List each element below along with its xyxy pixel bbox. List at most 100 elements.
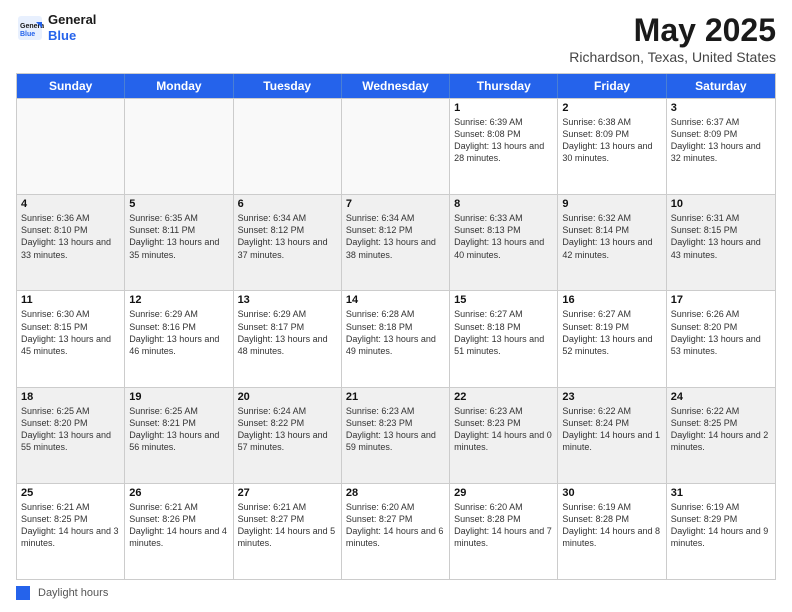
header-day-saturday: Saturday [667, 74, 775, 98]
week-row-1: 1 Sunrise: 6:39 AM Sunset: 8:08 PM Daylig… [17, 98, 775, 194]
cell-text: Sunrise: 6:26 AM Sunset: 8:20 PM Dayligh… [671, 308, 771, 357]
day-number: 11 [21, 294, 120, 306]
cal-cell-2-6: 9 Sunrise: 6:32 AM Sunset: 8:14 PM Daylig… [558, 195, 666, 290]
header-day-wednesday: Wednesday [342, 74, 450, 98]
day-number: 27 [238, 487, 337, 499]
logo-icon: General Blue [16, 14, 44, 42]
cal-cell-5-5: 29 Sunrise: 6:20 AM Sunset: 8:28 PM Dayli… [450, 484, 558, 579]
cal-cell-4-6: 23 Sunrise: 6:22 AM Sunset: 8:24 PM Dayli… [558, 388, 666, 483]
day-number: 28 [346, 487, 445, 499]
cell-text: Sunrise: 6:21 AM Sunset: 8:25 PM Dayligh… [21, 501, 120, 550]
legend-box [16, 586, 30, 600]
cell-text: Sunrise: 6:27 AM Sunset: 8:18 PM Dayligh… [454, 308, 553, 357]
cell-text: Sunrise: 6:32 AM Sunset: 8:14 PM Dayligh… [562, 212, 661, 261]
day-number: 10 [671, 198, 771, 210]
cal-cell-5-1: 25 Sunrise: 6:21 AM Sunset: 8:25 PM Dayli… [17, 484, 125, 579]
cal-cell-4-4: 21Sunrise: 6:23 AM Sunset: 8:23 PM Dayli… [342, 388, 450, 483]
day-number: 6 [238, 198, 337, 210]
cal-cell-3-2: 12 Sunrise: 6:29 AM Sunset: 8:16 PM Dayli… [125, 291, 233, 386]
week-row-3: 11 Sunrise: 6:30 AM Sunset: 8:15 PM Dayli… [17, 290, 775, 386]
day-number: 26 [129, 487, 228, 499]
cal-cell-5-7: 31Sunrise: 6:19 AM Sunset: 8:29 PM Dayli… [667, 484, 775, 579]
week-row-5: 25 Sunrise: 6:21 AM Sunset: 8:25 PM Dayli… [17, 483, 775, 579]
cell-text: Sunrise: 6:22 AM Sunset: 8:25 PM Dayligh… [671, 405, 771, 454]
cal-cell-1-2 [125, 99, 233, 194]
day-number: 5 [129, 198, 228, 210]
day-number: 20 [238, 391, 337, 403]
title-block: May 2025 Richardson, Texas, United State… [569, 12, 776, 65]
cal-cell-3-6: 16Sunrise: 6:27 AM Sunset: 8:19 PM Dayli… [558, 291, 666, 386]
cell-text: Sunrise: 6:35 AM Sunset: 8:11 PM Dayligh… [129, 212, 228, 261]
header: General Blue General Blue May 2025 Richa… [16, 12, 776, 65]
day-number: 7 [346, 198, 445, 210]
cell-text: Sunrise: 6:24 AM Sunset: 8:22 PM Dayligh… [238, 405, 337, 454]
day-number: 17 [671, 294, 771, 306]
cell-text: Sunrise: 6:29 AM Sunset: 8:17 PM Dayligh… [238, 308, 337, 357]
location: Richardson, Texas, United States [569, 49, 776, 65]
cal-cell-3-1: 11 Sunrise: 6:30 AM Sunset: 8:15 PM Dayli… [17, 291, 125, 386]
cell-text: Sunrise: 6:23 AM Sunset: 8:23 PM Dayligh… [346, 405, 445, 454]
cal-cell-5-3: 27 Sunrise: 6:21 AM Sunset: 8:27 PM Dayli… [234, 484, 342, 579]
cal-cell-2-2: 5 Sunrise: 6:35 AM Sunset: 8:11 PM Daylig… [125, 195, 233, 290]
day-number: 30 [562, 487, 661, 499]
cell-text: Sunrise: 6:25 AM Sunset: 8:20 PM Dayligh… [21, 405, 120, 454]
footer: Daylight hours [16, 586, 776, 600]
day-number: 23 [562, 391, 661, 403]
day-number: 2 [562, 102, 661, 114]
day-number: 22 [454, 391, 553, 403]
week-row-2: 4Sunrise: 6:36 AM Sunset: 8:10 PM Daylig… [17, 194, 775, 290]
calendar-body: 1 Sunrise: 6:39 AM Sunset: 8:08 PM Daylig… [17, 98, 775, 579]
cal-cell-3-3: 13Sunrise: 6:29 AM Sunset: 8:17 PM Dayli… [234, 291, 342, 386]
cal-cell-1-7: 3Sunrise: 6:37 AM Sunset: 8:09 PM Daylig… [667, 99, 775, 194]
cal-cell-4-3: 20 Sunrise: 6:24 AM Sunset: 8:22 PM Dayli… [234, 388, 342, 483]
cell-text: Sunrise: 6:28 AM Sunset: 8:18 PM Dayligh… [346, 308, 445, 357]
day-number: 9 [562, 198, 661, 210]
day-number: 3 [671, 102, 771, 114]
cal-cell-2-3: 6Sunrise: 6:34 AM Sunset: 8:12 PM Daylig… [234, 195, 342, 290]
day-number: 29 [454, 487, 553, 499]
day-number: 12 [129, 294, 228, 306]
calendar: SundayMondayTuesdayWednesdayThursdayFrid… [16, 73, 776, 580]
cell-text: Sunrise: 6:23 AM Sunset: 8:23 PM Dayligh… [454, 405, 553, 454]
cell-text: Sunrise: 6:33 AM Sunset: 8:13 PM Dayligh… [454, 212, 553, 261]
day-number: 16 [562, 294, 661, 306]
cal-cell-2-7: 10Sunrise: 6:31 AM Sunset: 8:15 PM Dayli… [667, 195, 775, 290]
cal-cell-5-4: 28 Sunrise: 6:20 AM Sunset: 8:27 PM Dayli… [342, 484, 450, 579]
day-number: 24 [671, 391, 771, 403]
cell-text: Sunrise: 6:36 AM Sunset: 8:10 PM Dayligh… [21, 212, 120, 261]
cal-cell-2-4: 7 Sunrise: 6:34 AM Sunset: 8:12 PM Daylig… [342, 195, 450, 290]
cell-text: Sunrise: 6:39 AM Sunset: 8:08 PM Dayligh… [454, 116, 553, 165]
cell-text: Sunrise: 6:19 AM Sunset: 8:28 PM Dayligh… [562, 501, 661, 550]
cal-cell-1-5: 1 Sunrise: 6:39 AM Sunset: 8:08 PM Daylig… [450, 99, 558, 194]
day-number: 1 [454, 102, 553, 114]
cell-text: Sunrise: 6:34 AM Sunset: 8:12 PM Dayligh… [346, 212, 445, 261]
header-day-monday: Monday [125, 74, 233, 98]
cal-cell-1-4 [342, 99, 450, 194]
day-number: 25 [21, 487, 120, 499]
header-day-sunday: Sunday [17, 74, 125, 98]
day-number: 31 [671, 487, 771, 499]
header-day-tuesday: Tuesday [234, 74, 342, 98]
cal-cell-4-7: 24 Sunrise: 6:22 AM Sunset: 8:25 PM Dayli… [667, 388, 775, 483]
calendar-header: SundayMondayTuesdayWednesdayThursdayFrid… [17, 74, 775, 98]
cal-cell-2-1: 4Sunrise: 6:36 AM Sunset: 8:10 PM Daylig… [17, 195, 125, 290]
cal-cell-3-7: 17 Sunrise: 6:26 AM Sunset: 8:20 PM Dayli… [667, 291, 775, 386]
cell-text: Sunrise: 6:22 AM Sunset: 8:24 PM Dayligh… [562, 405, 661, 454]
cell-text: Sunrise: 6:20 AM Sunset: 8:28 PM Dayligh… [454, 501, 553, 550]
cal-cell-3-4: 14Sunrise: 6:28 AM Sunset: 8:18 PM Dayli… [342, 291, 450, 386]
day-number: 19 [129, 391, 228, 403]
cell-text: Sunrise: 6:30 AM Sunset: 8:15 PM Dayligh… [21, 308, 120, 357]
cal-cell-3-5: 15 Sunrise: 6:27 AM Sunset: 8:18 PM Dayli… [450, 291, 558, 386]
header-day-friday: Friday [558, 74, 666, 98]
header-day-thursday: Thursday [450, 74, 558, 98]
cal-cell-5-6: 30 Sunrise: 6:19 AM Sunset: 8:28 PM Dayli… [558, 484, 666, 579]
cell-text: Sunrise: 6:20 AM Sunset: 8:27 PM Dayligh… [346, 501, 445, 550]
day-number: 15 [454, 294, 553, 306]
logo-text: General Blue [48, 12, 96, 43]
cell-text: Sunrise: 6:29 AM Sunset: 8:16 PM Dayligh… [129, 308, 228, 357]
day-number: 18 [21, 391, 120, 403]
logo: General Blue General Blue [16, 12, 96, 43]
cell-text: Sunrise: 6:21 AM Sunset: 8:27 PM Dayligh… [238, 501, 337, 550]
cal-cell-5-2: 26Sunrise: 6:21 AM Sunset: 8:26 PM Dayli… [125, 484, 233, 579]
cal-cell-4-5: 22 Sunrise: 6:23 AM Sunset: 8:23 PM Dayli… [450, 388, 558, 483]
